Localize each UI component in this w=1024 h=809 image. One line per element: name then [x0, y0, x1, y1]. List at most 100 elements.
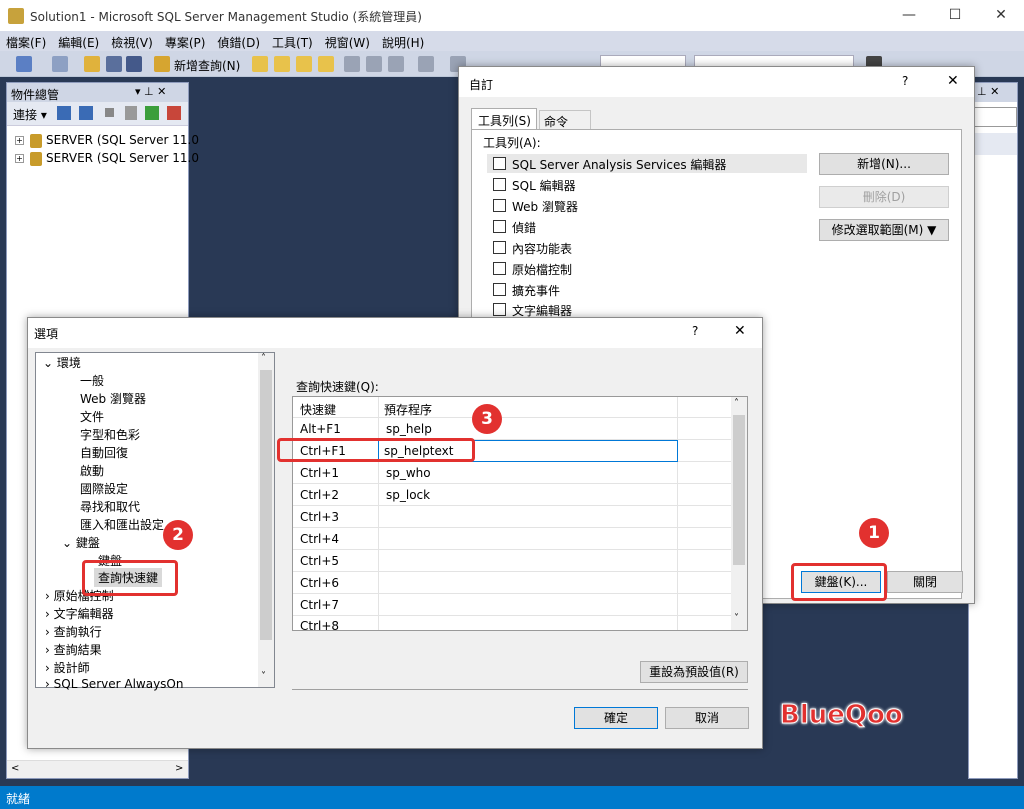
maximize-button[interactable]: ☐ — [932, 0, 978, 31]
checkbox-context-menu[interactable] — [493, 241, 506, 254]
tree-node-fonts-colors[interactable]: 字型和色彩 — [80, 426, 140, 443]
shortcut-cell[interactable]: Ctrl+7 — [300, 598, 339, 612]
activity-monitor-icon[interactable] — [167, 106, 181, 120]
query-type-icon[interactable] — [274, 56, 290, 72]
stop-icon[interactable] — [105, 108, 114, 117]
scroll-down-icon[interactable]: ˅ — [261, 671, 266, 682]
help-button[interactable]: ? — [692, 324, 698, 338]
checkbox-debug[interactable] — [493, 220, 506, 233]
pin-close-icon[interactable]: ⊥ ✕ — [977, 85, 999, 98]
shortcut-cell[interactable]: Ctrl+3 — [300, 510, 339, 524]
tree-node-environment[interactable]: ⌄ 環境 — [43, 354, 81, 371]
menu-tools[interactable]: 工具(T) — [266, 31, 319, 51]
shortcut-cell[interactable]: Ctrl+2 — [300, 488, 339, 502]
tree-node-general[interactable]: 一般 — [80, 372, 104, 389]
undo-icon[interactable] — [418, 56, 434, 72]
grid-scrollbar[interactable]: ˄ ˅ — [731, 397, 747, 630]
menu-project[interactable]: 專案(P) — [159, 31, 212, 51]
scroll-right-icon[interactable]: > — [175, 763, 183, 774]
disconnect-icon[interactable] — [79, 106, 93, 120]
checkbox-source-control[interactable] — [493, 262, 506, 275]
new-query-button[interactable]: 新增查詢(N) — [174, 57, 240, 74]
checkbox-web-browser[interactable] — [493, 199, 506, 212]
cut-icon[interactable] — [344, 56, 360, 72]
scroll-thumb[interactable] — [260, 370, 272, 640]
scroll-down-icon[interactable]: ˅ — [734, 613, 739, 624]
new-query-icon[interactable] — [154, 56, 170, 72]
cancel-button[interactable]: 取消 — [665, 707, 749, 729]
procedure-cell[interactable]: sp_help — [386, 422, 432, 436]
minimize-button[interactable]: — — [886, 0, 932, 31]
query-type-icon[interactable] — [296, 56, 312, 72]
scroll-up-icon[interactable]: ˄ — [734, 398, 739, 409]
tree-node-autorecover[interactable]: 自動回復 — [80, 444, 128, 461]
reset-defaults-button[interactable]: 重設為預設值(R) — [640, 661, 748, 683]
checkbox-extended-events[interactable] — [493, 283, 506, 296]
tree-node-international[interactable]: 國際設定 — [80, 480, 128, 497]
menu-debug[interactable]: 偵錯(D) — [211, 31, 266, 51]
menu-help[interactable]: 說明(H) — [376, 31, 430, 51]
menu-view[interactable]: 檢視(V) — [105, 31, 159, 51]
shortcut-cell[interactable]: Ctrl+1 — [300, 466, 339, 480]
tree-node-designers[interactable]: › 設計師 — [45, 659, 90, 676]
tree-node-startup[interactable]: 啟動 — [80, 462, 104, 479]
refresh-icon[interactable] — [145, 106, 159, 120]
tab-commands[interactable]: 命令(O) — [539, 110, 591, 144]
tree-node-documents[interactable]: 文件 — [80, 408, 104, 425]
save-icon[interactable] — [106, 56, 122, 72]
tree-node-find-replace[interactable]: 尋找和取代 — [80, 498, 140, 515]
menu-edit[interactable]: 編輯(E) — [52, 31, 105, 51]
modify-selection-button[interactable]: 修改選取範圍(M) ▼ — [819, 219, 949, 241]
shortcut-cell[interactable]: Ctrl+6 — [300, 576, 339, 590]
close-dialog-button[interactable]: 關閉 — [887, 571, 963, 593]
close-button[interactable]: ✕ — [978, 0, 1024, 31]
horizontal-scrollbar[interactable]: < > — [7, 760, 188, 778]
query-type-icon[interactable] — [252, 56, 268, 72]
menu-window[interactable]: 視窗(W) — [319, 31, 376, 51]
tree-node-text-editor[interactable]: › 文字編輯器 — [45, 605, 114, 622]
expand-icon[interactable]: + — [15, 136, 24, 145]
connect-db-icon[interactable] — [57, 106, 71, 120]
tree-node-import-export[interactable]: 匯入和匯出設定 — [80, 516, 164, 533]
copy-icon[interactable] — [366, 56, 382, 72]
scroll-thumb[interactable] — [733, 415, 745, 565]
checkbox-analysis-services[interactable] — [493, 157, 506, 170]
new-toolbar-button[interactable]: 新增(N)... — [819, 153, 949, 175]
connect-button[interactable]: 連接 ▾ — [13, 106, 47, 123]
paste-icon[interactable] — [388, 56, 404, 72]
checkbox-sql-editor[interactable] — [493, 178, 506, 191]
procedure-cell[interactable]: sp_lock — [386, 488, 430, 502]
tree-node-keyboard-group[interactable]: ⌄ 鍵盤 — [62, 534, 100, 551]
ok-button[interactable]: 確定 — [574, 707, 658, 729]
close-button[interactable]: ✕ — [734, 323, 746, 339]
shortcut-cell[interactable]: Alt+F1 — [300, 422, 341, 436]
expand-icon[interactable]: + — [15, 154, 24, 163]
tree-scrollbar[interactable]: ˄ ˅ — [258, 353, 274, 687]
filter-icon[interactable] — [125, 106, 137, 120]
shortcut-cell[interactable]: Ctrl+5 — [300, 554, 339, 568]
scroll-up-icon[interactable]: ˄ — [261, 353, 266, 364]
panel-pin-icon[interactable]: ▾ ⊥ ✕ — [135, 85, 166, 98]
save-all-icon[interactable] — [126, 56, 142, 72]
procedure-cell[interactable]: sp_who — [386, 466, 431, 480]
delete-toolbar-button[interactable]: 刪除(D) — [819, 186, 949, 208]
open-folder-icon[interactable] — [84, 56, 100, 72]
tab-toolbars[interactable]: 工具列(S) — [471, 108, 537, 130]
tree-node-alwayson[interactable]: › SQL Server AlwaysOn — [45, 677, 183, 691]
grid-icon[interactable] — [52, 56, 68, 72]
tree-node-query-results[interactable]: › 查詢結果 — [45, 641, 102, 658]
properties-combo[interactable] — [969, 107, 1017, 127]
tree-node-server[interactable]: + SERVER (SQL Server 11.0 — [15, 133, 199, 148]
shortcut-cell[interactable]: Ctrl+8 — [300, 619, 339, 630]
query-type-icon[interactable] — [318, 56, 334, 72]
shortcut-cell[interactable]: Ctrl+4 — [300, 532, 339, 546]
tree-node-web-browser[interactable]: Web 瀏覽器 — [80, 390, 146, 407]
tree-node-query-execution[interactable]: › 查詢執行 — [45, 623, 102, 640]
menu-file[interactable]: 檔案(F) — [0, 31, 52, 51]
help-button[interactable]: ? — [902, 74, 908, 88]
scroll-left-icon[interactable]: < — [11, 763, 19, 774]
close-button[interactable]: ✕ — [947, 73, 959, 89]
checkbox-text-editor[interactable] — [493, 303, 506, 316]
tree-node-server[interactable]: + SERVER (SQL Server 11.0 — [15, 151, 199, 166]
new-project-icon[interactable] — [16, 56, 32, 72]
